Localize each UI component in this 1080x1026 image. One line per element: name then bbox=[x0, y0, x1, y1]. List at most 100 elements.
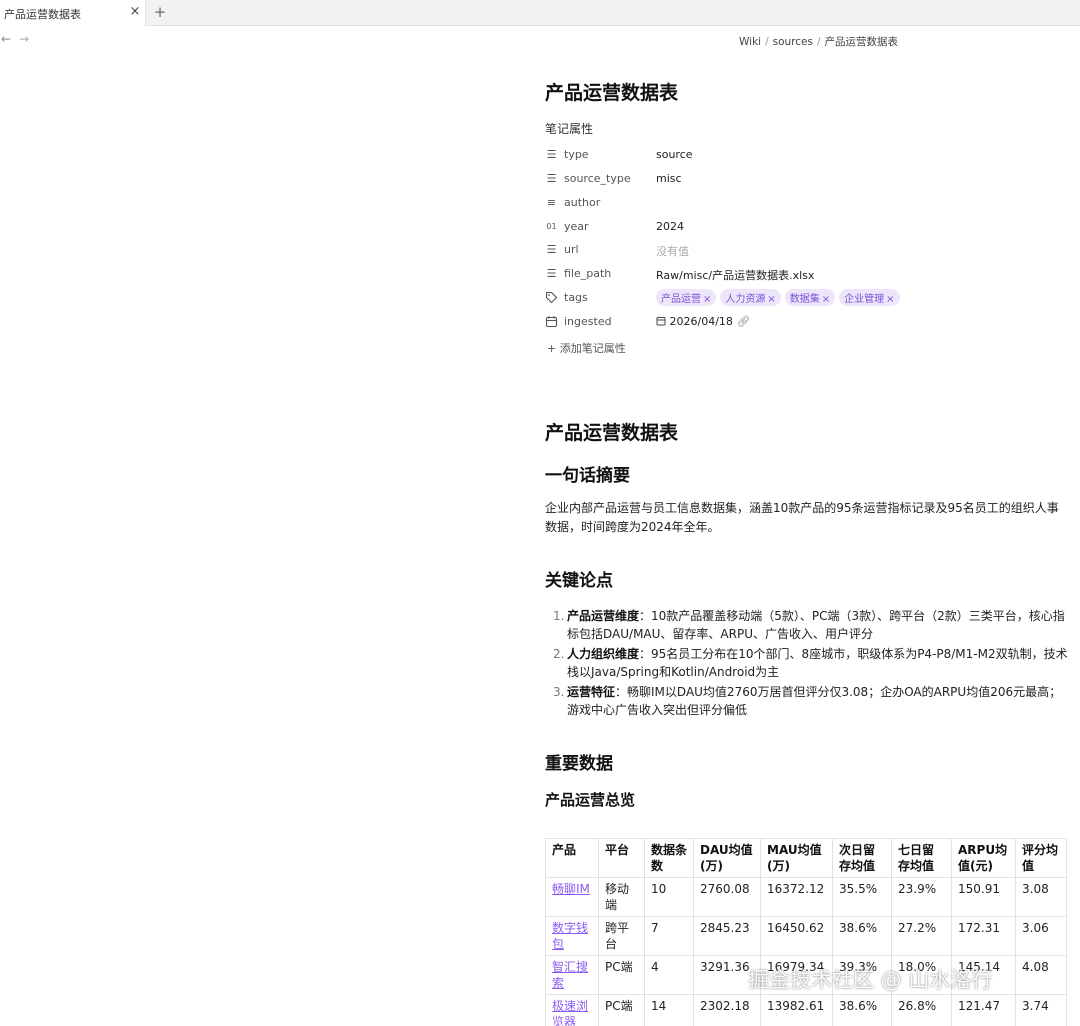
tag-chip[interactable]: 人力资源 × bbox=[720, 289, 781, 306]
text-lines-icon: ☰ bbox=[546, 172, 557, 185]
property-source-type[interactable]: ☰ source_type misc bbox=[545, 169, 1065, 191]
table-cell: 数字钱包 bbox=[545, 916, 599, 956]
property-ingested[interactable]: ingested 2026/04/18 🔗︎ bbox=[545, 312, 1065, 334]
product-link[interactable]: 数字钱包 bbox=[552, 921, 588, 951]
property-value[interactable]: Raw/misc/产品运营数据表.xlsx bbox=[656, 267, 814, 283]
tag-label[interactable]: 人力资源 bbox=[725, 294, 765, 305]
remove-tag-icon[interactable]: × bbox=[822, 294, 830, 305]
remove-tag-icon[interactable]: × bbox=[703, 294, 711, 305]
property-key[interactable]: url bbox=[564, 243, 579, 256]
column-header[interactable]: 评分均值 bbox=[1015, 838, 1067, 878]
property-key[interactable]: ingested bbox=[564, 315, 612, 328]
table-cell: PC端 bbox=[598, 994, 645, 1026]
column-header[interactable]: 次日留存均值 bbox=[832, 838, 892, 878]
table-row: 极速浏览器 PC端 14 2302.18 13982.61 38.6% 26.8… bbox=[545, 994, 1067, 1026]
table-cell: 172.31 bbox=[951, 916, 1016, 956]
point-text: ：畅聊IM以DAU均值2760万居首但评分仅3.08；企办OA的ARPU均值20… bbox=[567, 685, 1062, 717]
property-url[interactable]: ☰ url 没有值 bbox=[545, 240, 1065, 262]
summary-heading: 一句话摘要 bbox=[545, 466, 630, 486]
list-number: 2. bbox=[553, 647, 565, 661]
table-header-row: 产品 平台 数据条数 DAU均值(万) MAU均值(万) 次日留存均值 七日留存… bbox=[545, 838, 1067, 878]
property-type[interactable]: ☰ type source bbox=[545, 145, 1065, 167]
point-title: 运营特征 bbox=[567, 685, 616, 699]
list-item: 3. 运营特征：畅聊IM以DAU均值2760万居首但评分仅3.08；企办OA的AR… bbox=[553, 683, 1071, 719]
property-tags[interactable]: tags 产品运营 × 人力资源 × 数据集 × 企业管理 × bbox=[545, 288, 1065, 310]
table-cell: PC端 bbox=[598, 955, 645, 995]
property-key[interactable]: year bbox=[564, 220, 589, 233]
point-text: ：10款产品覆盖移动端（5款）、PC端（3款）、跨平台（2款）三类平台，核心指标… bbox=[567, 609, 1065, 641]
table-cell: 极速浏览器 bbox=[545, 994, 599, 1026]
list-number: 1. bbox=[553, 609, 565, 623]
property-value[interactable]: source bbox=[656, 148, 693, 161]
table-cell: 跨平台 bbox=[598, 916, 645, 956]
date-value[interactable]: 2026/04/18 🔗︎ bbox=[656, 315, 750, 328]
table-cell: 3.06 bbox=[1015, 916, 1067, 956]
calendar-icon bbox=[545, 315, 558, 328]
tag-label[interactable]: 企业管理 bbox=[844, 294, 884, 305]
table-cell: 16372.12 bbox=[760, 877, 833, 917]
property-author[interactable]: ≡ author bbox=[545, 193, 1065, 215]
property-value-empty[interactable]: 没有值 bbox=[656, 243, 689, 259]
note-title[interactable]: 产品运营数据表 bbox=[545, 78, 678, 105]
tag-chip[interactable]: 数据集 × bbox=[784, 289, 836, 306]
table-row: 畅聊IM 移动端 10 2760.08 16372.12 35.5% 23.9%… bbox=[545, 877, 1067, 917]
list-icon: ≡ bbox=[546, 196, 557, 209]
table-cell: 4 bbox=[644, 955, 694, 995]
date-text[interactable]: 2026/04/18 bbox=[670, 315, 733, 328]
table-cell: 27.2% bbox=[891, 916, 952, 956]
tag-chip[interactable]: 企业管理 × bbox=[839, 289, 900, 306]
tab-bar: 产品运营数据表 × + bbox=[0, 0, 1080, 26]
important-data-heading: 重要数据 bbox=[545, 754, 613, 774]
column-header[interactable]: DAU均值(万) bbox=[693, 838, 761, 878]
close-icon[interactable]: × bbox=[128, 4, 142, 20]
tab-active[interactable]: 产品运营数据表 × bbox=[0, 0, 146, 26]
property-key[interactable]: file_path bbox=[564, 267, 611, 280]
text-lines-icon: ☰ bbox=[546, 243, 557, 256]
list-item: 2. 人力组织维度：95名员工分布在10个部门、8座城市，职级体系为P4-P8/M… bbox=[553, 645, 1071, 681]
tags-list: 产品运营 × 人力资源 × 数据集 × 企业管理 × bbox=[656, 289, 904, 306]
product-link[interactable]: 极速浏览器 bbox=[552, 999, 588, 1026]
key-points-list: 1. 产品运营维度：10款产品覆盖移动端（5款）、PC端（3款）、跨平台（2款）三… bbox=[553, 607, 1071, 721]
add-property-button[interactable]: + 添加笔记属性 bbox=[547, 340, 626, 356]
column-header[interactable]: ARPU均值(元) bbox=[951, 838, 1016, 878]
column-header[interactable]: 平台 bbox=[598, 838, 645, 878]
property-value[interactable]: 2024 bbox=[656, 220, 684, 233]
tag-chip[interactable]: 产品运营 × bbox=[656, 289, 717, 306]
breadcrumb-item-wiki[interactable]: Wiki bbox=[739, 36, 761, 48]
property-key[interactable]: type bbox=[564, 148, 589, 161]
table-cell: 移动端 bbox=[598, 877, 645, 917]
column-header[interactable]: 数据条数 bbox=[644, 838, 694, 878]
tag-label[interactable]: 数据集 bbox=[790, 294, 820, 305]
point-text: ：95名员工分布在10个部门、8座城市，职级体系为P4-P8/M1-M2双轨制，… bbox=[567, 647, 1068, 679]
properties-heading[interactable]: 笔记属性 bbox=[545, 120, 593, 137]
column-header[interactable]: MAU均值(万) bbox=[760, 838, 833, 878]
remove-tag-icon[interactable]: × bbox=[767, 294, 775, 305]
back-arrow-icon[interactable]: ← bbox=[0, 32, 12, 46]
product-link[interactable]: 智汇搜索 bbox=[552, 960, 588, 990]
tag-label[interactable]: 产品运营 bbox=[661, 294, 701, 305]
watermark: 掘金技术社区 @ 山水洛行 bbox=[748, 968, 993, 992]
key-points-heading: 关键论点 bbox=[545, 571, 613, 591]
column-header[interactable]: 七日留存均值 bbox=[891, 838, 952, 878]
tab-title[interactable]: 产品运营数据表 bbox=[4, 6, 81, 22]
column-header[interactable]: 产品 bbox=[545, 838, 599, 878]
property-year[interactable]: 01 year 2024 bbox=[545, 217, 1065, 239]
property-key[interactable]: source_type bbox=[564, 172, 631, 185]
property-file-path[interactable]: ☰ file_path Raw/misc/产品运营数据表.xlsx bbox=[545, 264, 1065, 286]
table-cell: 2302.18 bbox=[693, 994, 761, 1026]
table-cell: 畅聊IM bbox=[545, 877, 599, 917]
number-icon: 01 bbox=[546, 222, 557, 231]
link-icon[interactable]: 🔗︎ bbox=[736, 315, 750, 328]
table-cell: 2845.23 bbox=[693, 916, 761, 956]
property-value[interactable]: misc bbox=[656, 172, 682, 185]
property-key[interactable]: tags bbox=[564, 291, 588, 304]
forward-arrow-icon[interactable]: → bbox=[18, 32, 30, 46]
property-key[interactable]: author bbox=[564, 196, 600, 209]
breadcrumb-item-sources[interactable]: sources bbox=[773, 36, 813, 48]
remove-tag-icon[interactable]: × bbox=[886, 294, 894, 305]
product-link[interactable]: 畅聊IM bbox=[552, 882, 590, 896]
breadcrumb-item-current: 产品运营数据表 bbox=[824, 36, 899, 48]
table-cell: 3.74 bbox=[1015, 994, 1067, 1026]
new-tab-icon[interactable]: + bbox=[152, 3, 168, 21]
summary-paragraph: 企业内部产品运营与员工信息数据集，涵盖10款产品的95条运营指标记录及95名员工… bbox=[545, 501, 1059, 534]
